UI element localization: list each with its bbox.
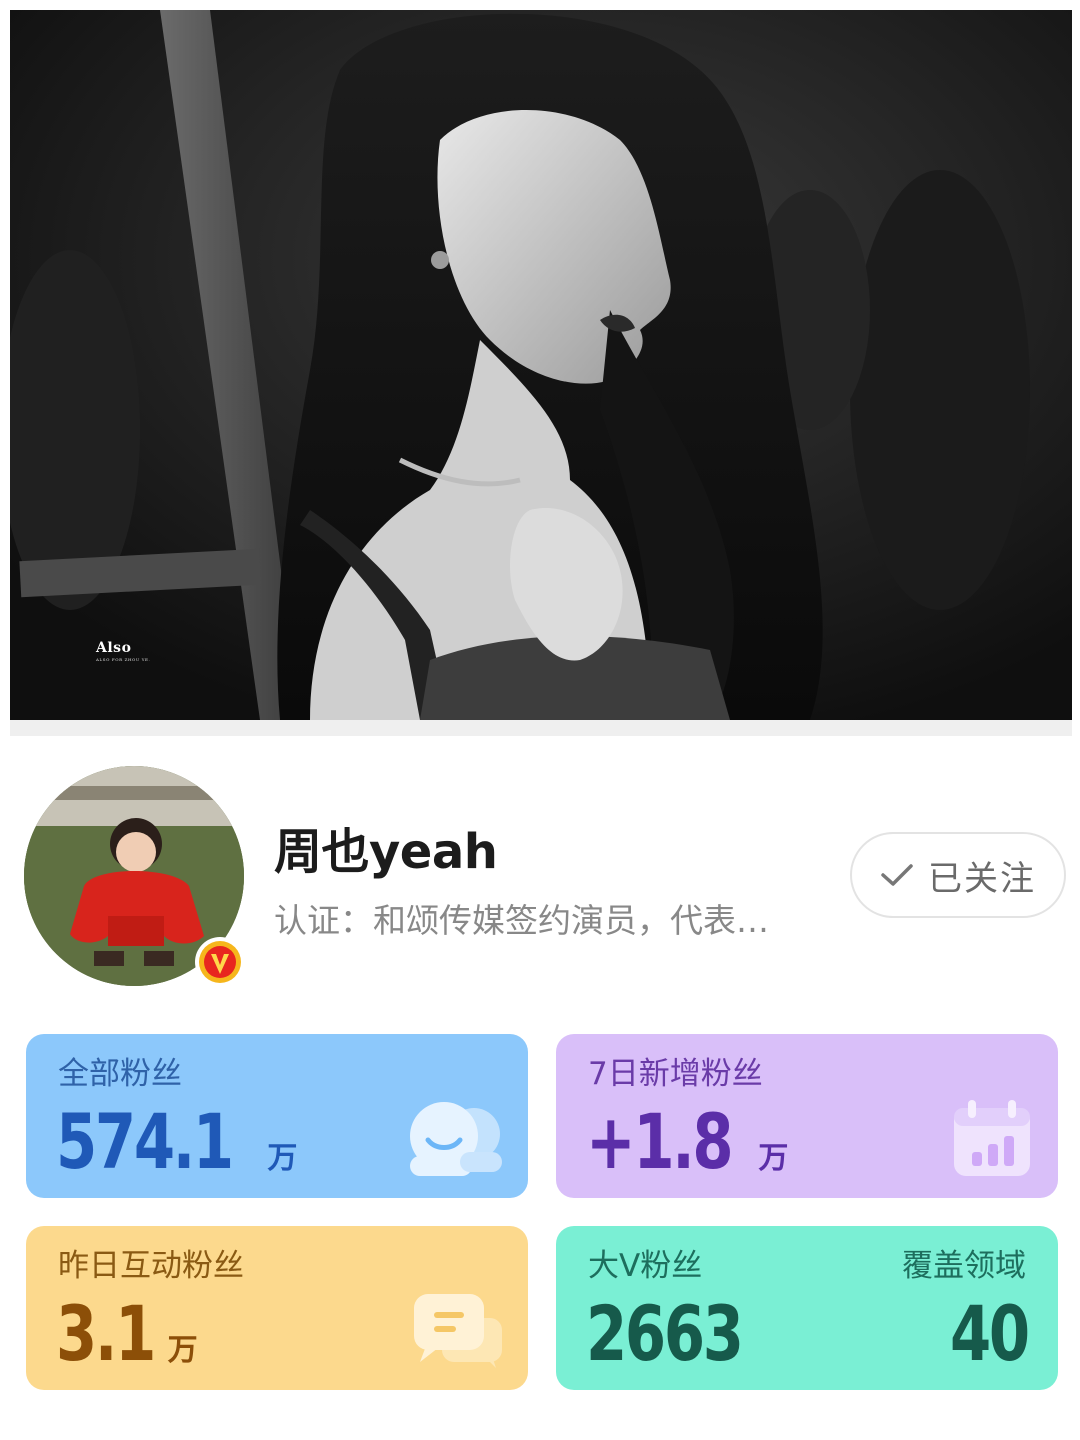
big-v-fans-value: 2663 <box>586 1289 786 1378</box>
interactive-fans-label: 昨日互动粉丝 <box>58 1248 244 1284</box>
total-fans-value: 574.1 万 <box>56 1097 297 1186</box>
section-divider <box>10 720 1072 736</box>
following-label: 已关注 <box>928 858 1036 899</box>
total-fans-card[interactable]: 全部粉丝 574.1 万 <box>26 1034 528 1198</box>
cover-photo-image <box>10 10 1072 720</box>
check-icon <box>880 862 914 888</box>
new-fans-7d-unit: 万 <box>758 1141 789 1176</box>
following-button[interactable]: 已关注 <box>850 832 1066 918</box>
chat-icon <box>412 1292 504 1370</box>
verified-v-badge-icon <box>194 936 246 988</box>
total-fans-label: 全部粉丝 <box>58 1056 182 1092</box>
watermark: Also ALSO FOR ZHOU YE. <box>96 640 150 662</box>
total-fans-number: 574.1 <box>56 1097 234 1186</box>
coverage-value: 40 <box>928 1289 1030 1378</box>
big-v-fans-card[interactable]: 大V粉丝 覆盖领域 2663 40 <box>556 1226 1058 1390</box>
interactive-fans-value: 3.1 万 <box>56 1289 198 1378</box>
coverage-number: 40 <box>950 1289 1030 1378</box>
watermark-subtitle: ALSO FOR ZHOU YE. <box>96 657 151 662</box>
user-name[interactable]: 周也yeah <box>274 812 498 882</box>
big-v-fans-label: 大V粉丝 <box>588 1248 703 1284</box>
interactive-fans-number: 3.1 <box>56 1289 156 1378</box>
calendar-chart-icon <box>950 1098 1034 1178</box>
coverage-label: 覆盖领域 <box>902 1248 1026 1284</box>
profile-page: Also ALSO FOR ZHOU YE. 周也yeah 认证：和颂传媒签约演… <box>0 0 1080 1440</box>
total-fans-unit: 万 <box>267 1141 298 1176</box>
new-fans-7d-label: 7日新增粉丝 <box>588 1056 763 1092</box>
new-fans-7d-number: +1.8 <box>586 1097 734 1186</box>
new-fans-7d-value: +1.8 万 <box>586 1097 788 1186</box>
interactive-fans-unit: 万 <box>167 1333 198 1368</box>
user-certification: 认证：和颂传媒签约演员，代表… <box>274 901 769 940</box>
cover-photo[interactable]: Also ALSO FOR ZHOU YE. <box>10 10 1072 720</box>
interactive-fans-card[interactable]: 昨日互动粉丝 3.1 万 <box>26 1226 528 1390</box>
users-icon <box>408 1098 504 1178</box>
watermark-title: Also <box>96 640 132 656</box>
big-v-fans-number: 2663 <box>586 1289 744 1378</box>
new-fans-7d-card[interactable]: 7日新增粉丝 +1.8 万 <box>556 1034 1058 1198</box>
